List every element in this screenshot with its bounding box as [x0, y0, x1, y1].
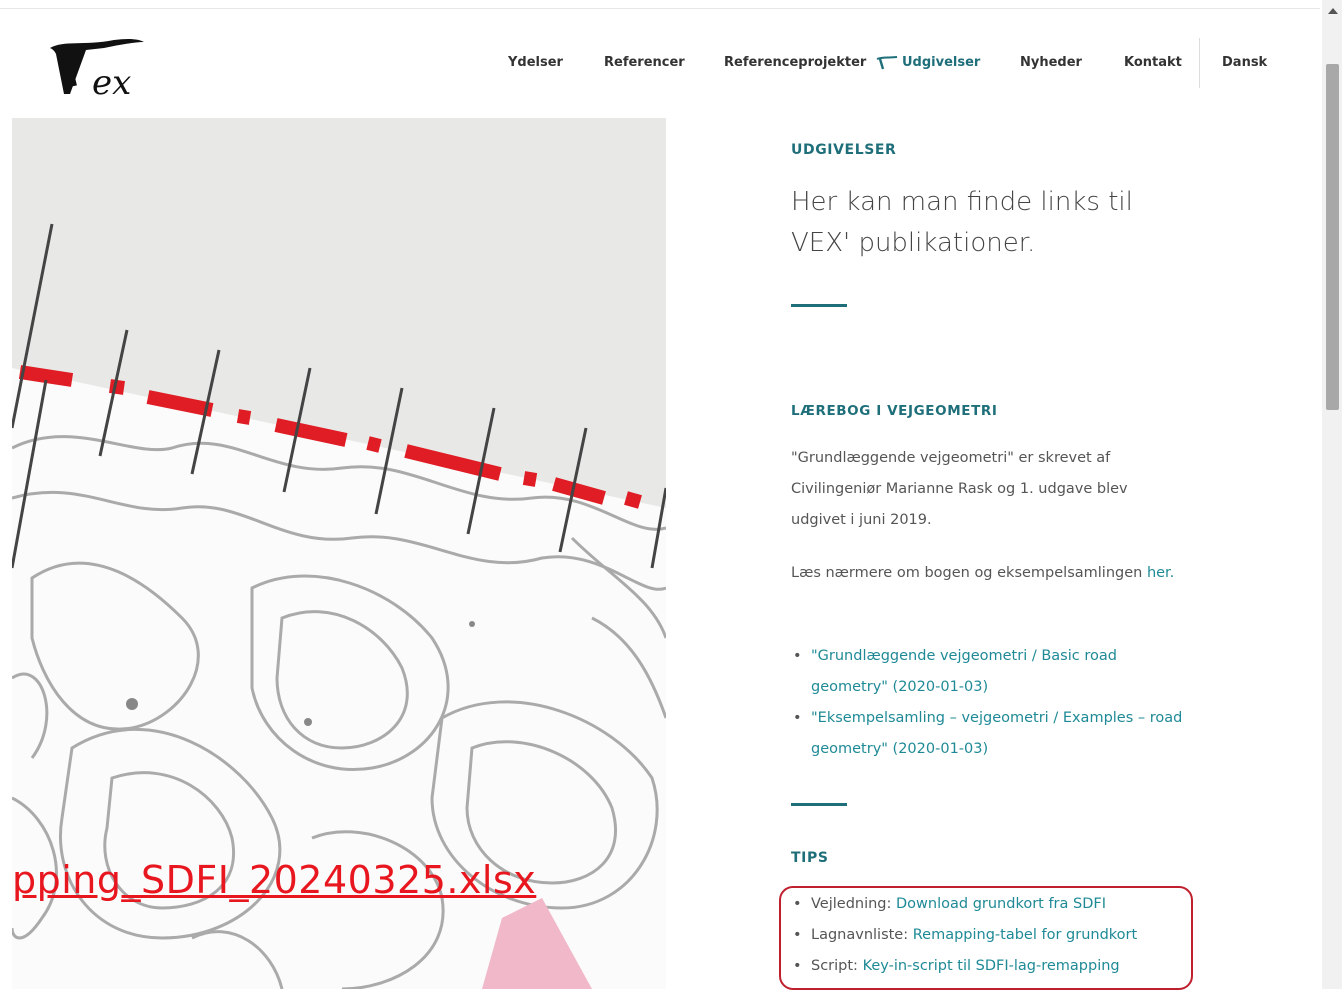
list-item: "Grundlæggende vejgeometri / Basic road …	[791, 641, 1191, 703]
nav-item-kontakt[interactable]: Kontakt	[1124, 52, 1182, 74]
book-more-text: Læs nærmere om bogen og eksempelsamlinge…	[791, 565, 1143, 581]
scroll-up-arrow-icon[interactable]	[1328, 8, 1338, 14]
top-divider	[0, 8, 1320, 9]
basic-road-geometry-link[interactable]: "Grundlæggende vejgeometri / Basic road …	[811, 648, 1117, 695]
vex-mark-icon	[876, 55, 898, 69]
scrollbar[interactable]	[1322, 0, 1342, 989]
tips-rule	[791, 803, 847, 806]
examples-road-geometry-link[interactable]: "Eksempelsamling – vejgeometri / Example…	[811, 710, 1182, 757]
list-item: "Eksempelsamling – vejgeometri / Example…	[791, 703, 1191, 765]
book-heading: LÆREBOG I VEJGEOMETRI	[791, 403, 998, 419]
nav-item-ydelser[interactable]: Ydelser	[508, 52, 563, 74]
tips-heading: TIPS	[791, 850, 829, 866]
nav-divider	[1199, 38, 1200, 88]
nav-item-udgivelser-label: Udgivelser	[902, 55, 981, 70]
section-title: UDGIVELSER	[791, 142, 897, 158]
nav-item-referenceprojekter[interactable]: Referenceprojekter	[724, 52, 866, 74]
book-links-list: "Grundlæggende vejgeometri / Basic road …	[791, 641, 1191, 765]
section-rule	[791, 304, 847, 307]
language-switcher[interactable]: Dansk	[1222, 52, 1267, 74]
book-paragraph: "Grundlæggende vejgeometri" er skrevet a…	[791, 450, 1128, 528]
hero-map-image: pping_SDFI_20240325.xlsx	[12, 118, 666, 989]
vex-logo[interactable]: ex	[44, 36, 154, 103]
book-more-link[interactable]: her.	[1147, 565, 1174, 581]
scrollbar-thumb[interactable]	[1326, 64, 1339, 410]
book-more-paragraph: Læs nærmere om bogen og eksempelsamlinge…	[791, 558, 1196, 589]
nav-item-referencer[interactable]: Referencer	[604, 52, 685, 74]
svg-text:ex: ex	[92, 63, 131, 102]
nav-item-udgivelser[interactable]: Udgivelser	[876, 52, 980, 74]
lead-text: Her kan man finde links til VEX' publika…	[791, 187, 1133, 258]
tips-highlight-box	[779, 886, 1193, 990]
nav-item-nyheder[interactable]: Nyheder	[1020, 52, 1082, 74]
mapping-file-link[interactable]: pping_SDFI_20240325.xlsx	[12, 856, 536, 904]
